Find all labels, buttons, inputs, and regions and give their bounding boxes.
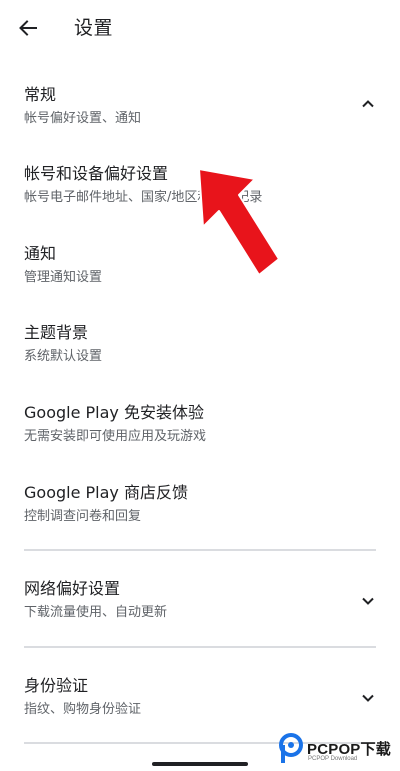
section-network-preferences[interactable]: 网络偏好设置 下载流量使用、自动更新 <box>0 578 400 626</box>
settings-item-subtitle: 控制调查问卷和回复 <box>24 509 142 524</box>
settings-item-title: Google Play 免安装体验 <box>24 403 204 422</box>
chevron-up-icon[interactable] <box>360 96 376 112</box>
settings-item-account-device-preferences[interactable]: 帐号和设备偏好设置 帐号电子邮件地址、国家/地区和历史记录 <box>0 163 400 211</box>
settings-item-subtitle: 无需安装即可使用应用及玩游戏 <box>24 429 207 444</box>
chevron-down-icon[interactable] <box>360 690 376 706</box>
settings-item-subtitle: 管理通知设置 <box>24 270 103 285</box>
watermark: PCPOP下载 PCPOP Download <box>277 733 399 767</box>
section-authentication[interactable]: 身份验证 指纹、购物身份验证 <box>0 675 400 723</box>
settings-item-subtitle: 帐号电子邮件地址、国家/地区和历史记录 <box>24 190 263 205</box>
settings-item-instant-play[interactable]: Google Play 免安装体验 无需安装即可使用应用及玩游戏 <box>0 402 400 450</box>
arrow-left-icon <box>19 20 37 36</box>
settings-item-title: Google Play 商店反馈 <box>24 483 188 502</box>
section-general[interactable]: 常规 帐号偏好设置、通知 <box>0 84 400 132</box>
settings-item-title: 帐号和设备偏好设置 <box>24 164 169 183</box>
app-bar: 设置 <box>0 0 400 56</box>
section-network-subtitle: 下载流量使用、自动更新 <box>24 605 168 620</box>
settings-item-store-feedback[interactable]: Google Play 商店反馈 控制调查问卷和回复 <box>0 482 400 530</box>
section-general-title: 常规 <box>24 85 57 104</box>
settings-item-notifications[interactable]: 通知 管理通知设置 <box>0 243 400 291</box>
divider <box>24 549 376 551</box>
settings-item-subtitle: 系统默认设置 <box>24 349 103 364</box>
section-general-subtitle: 帐号偏好设置、通知 <box>24 111 142 126</box>
section-network-title: 网络偏好设置 <box>24 579 121 598</box>
chevron-down-icon[interactable] <box>360 593 376 609</box>
pcpop-logo-icon <box>279 733 303 763</box>
section-auth-title: 身份验证 <box>24 676 89 695</box>
settings-item-theme[interactable]: 主题背景 系统默认设置 <box>0 322 400 370</box>
back-button[interactable] <box>14 14 42 42</box>
section-auth-subtitle: 指纹、购物身份验证 <box>24 702 142 717</box>
watermark-subtext: PCPOP Download <box>308 756 358 762</box>
divider <box>24 646 376 648</box>
settings-item-title: 主题背景 <box>24 323 89 342</box>
home-indicator <box>152 762 248 766</box>
settings-item-title: 通知 <box>24 244 57 263</box>
page-title: 设置 <box>74 17 114 39</box>
